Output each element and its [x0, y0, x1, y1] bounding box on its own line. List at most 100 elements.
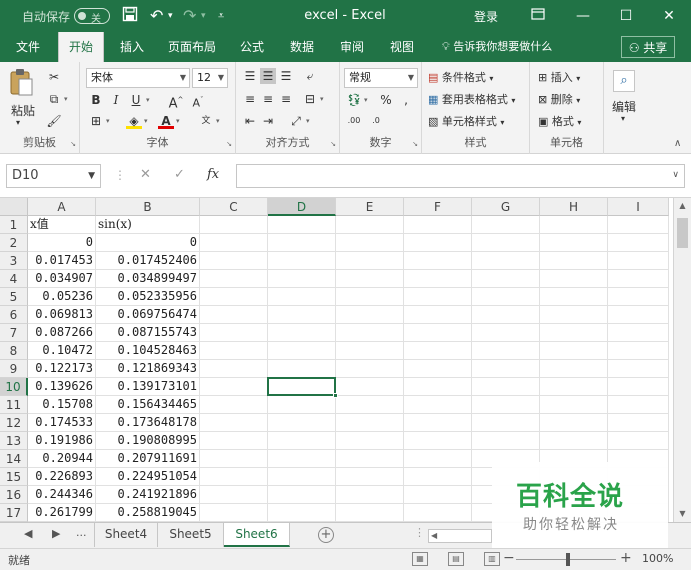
cell-f17[interactable] — [404, 504, 472, 522]
cell-h13[interactable] — [540, 432, 608, 450]
tab-formulas[interactable]: 公式 — [234, 32, 270, 62]
alignment-launcher-icon[interactable]: ↘ — [330, 140, 336, 148]
cell-c14[interactable] — [200, 450, 268, 468]
vertical-scrollbar[interactable]: ▲ ▼ — [673, 198, 691, 522]
cell-b3[interactable]: 0.017452406 — [96, 252, 200, 270]
cell-e3[interactable] — [336, 252, 404, 270]
cell-h9[interactable] — [540, 360, 608, 378]
row-header[interactable]: 7 — [0, 324, 28, 342]
name-box[interactable]: D10 ▼ — [6, 164, 101, 188]
more-sheets-left[interactable]: ... — [76, 526, 87, 539]
cell-i13[interactable] — [608, 432, 669, 450]
cell-a17[interactable]: 0.261799 — [28, 504, 96, 522]
redo-dropdown-icon[interactable]: ▾ — [201, 11, 206, 21]
cell-i2[interactable] — [608, 234, 669, 252]
customize-qat-icon[interactable]: ⩡ — [218, 9, 224, 23]
cell-a15[interactable]: 0.226893 — [28, 468, 96, 486]
cell-e9[interactable] — [336, 360, 404, 378]
percent-icon[interactable]: % — [378, 92, 394, 108]
cell-i12[interactable] — [608, 414, 669, 432]
row-header[interactable]: 13 — [0, 432, 28, 450]
column-header-h[interactable]: H — [540, 198, 608, 216]
borders-icon[interactable]: ⊞ — [88, 113, 104, 129]
editing-group[interactable]: ⌕ 编辑 ▾ — [604, 62, 646, 154]
cell-f13[interactable] — [404, 432, 472, 450]
fill-handle[interactable] — [333, 393, 338, 398]
orientation-dropdown-icon[interactable]: ▾ — [306, 117, 310, 125]
autosave-toggle[interactable]: 关 — [74, 8, 110, 25]
column-header-f[interactable]: F — [404, 198, 472, 216]
row-header[interactable]: 9 — [0, 360, 28, 378]
cell-g5[interactable] — [472, 288, 540, 306]
cell-c13[interactable] — [200, 432, 268, 450]
cell-b10[interactable]: 0.139173101 — [96, 378, 200, 396]
cell-i9[interactable] — [608, 360, 669, 378]
cell-e7[interactable] — [336, 324, 404, 342]
font-name-select[interactable]: 宋体 ▼ — [86, 68, 190, 88]
collapse-ribbon-icon[interactable]: ∧ — [674, 138, 681, 149]
cell-c15[interactable] — [200, 468, 268, 486]
align-middle-icon[interactable]: ☰ — [260, 68, 276, 84]
cell-i7[interactable] — [608, 324, 669, 342]
comma-style-icon[interactable]: , — [398, 92, 414, 108]
row-header[interactable]: 12 — [0, 414, 28, 432]
paste-button[interactable] — [8, 68, 34, 101]
cell-c7[interactable] — [200, 324, 268, 342]
cell-f11[interactable] — [404, 396, 472, 414]
align-top-icon[interactable]: ☰ — [242, 68, 258, 84]
cell-g1[interactable] — [472, 216, 540, 234]
row-header[interactable]: 6 — [0, 306, 28, 324]
cell-h7[interactable] — [540, 324, 608, 342]
cell-d6[interactable] — [268, 306, 336, 324]
cell-b16[interactable]: 0.241921896 — [96, 486, 200, 504]
row-header[interactable]: 5 — [0, 288, 28, 306]
align-right-icon[interactable]: ≡ — [278, 91, 294, 107]
cell-h8[interactable] — [540, 342, 608, 360]
fill-color-icon[interactable]: ◈ — [126, 113, 142, 129]
cell-h5[interactable] — [540, 288, 608, 306]
cell-b7[interactable]: 0.087155743 — [96, 324, 200, 342]
bold-icon[interactable]: B — [88, 92, 104, 108]
maximize-icon[interactable]: ☐ — [609, 4, 643, 28]
cell-b4[interactable]: 0.034899497 — [96, 270, 200, 288]
wrap-text-icon[interactable]: ⤶ — [302, 68, 318, 84]
cell-e14[interactable] — [336, 450, 404, 468]
zoom-in-icon[interactable]: + — [620, 550, 632, 566]
cell-f9[interactable] — [404, 360, 472, 378]
cell-g2[interactable] — [472, 234, 540, 252]
cell-c12[interactable] — [200, 414, 268, 432]
insert-function-icon[interactable]: fx — [207, 167, 219, 182]
cell-e1[interactable] — [336, 216, 404, 234]
cell-e4[interactable] — [336, 270, 404, 288]
decrease-indent-icon[interactable]: ⇤ — [242, 113, 258, 129]
tab-review[interactable]: 审阅 — [334, 32, 370, 62]
cell-g7[interactable] — [472, 324, 540, 342]
cell-e5[interactable] — [336, 288, 404, 306]
cell-f10[interactable] — [404, 378, 472, 396]
row-header[interactable]: 1 — [0, 216, 28, 234]
cell-a7[interactable]: 0.087266 — [28, 324, 96, 342]
share-button[interactable]: ⚇ 共享 — [621, 36, 675, 58]
save-icon[interactable] — [122, 6, 138, 26]
cell-b9[interactable]: 0.121869343 — [96, 360, 200, 378]
format-as-table-button[interactable]: ▦ 套用表格格式 ▾ — [428, 91, 515, 107]
copy-icon[interactable]: ⧉ — [46, 91, 62, 107]
increase-indent-icon[interactable]: ⇥ — [260, 113, 276, 129]
cell-c9[interactable] — [200, 360, 268, 378]
cell-c2[interactable] — [200, 234, 268, 252]
cell-a4[interactable]: 0.034907 — [28, 270, 96, 288]
sheet-tab-sheet5[interactable]: Sheet5 — [158, 523, 224, 547]
cell-f4[interactable] — [404, 270, 472, 288]
tab-insert[interactable]: 插入 — [114, 32, 150, 62]
tab-file[interactable]: 文件 — [10, 32, 46, 62]
cell-i5[interactable] — [608, 288, 669, 306]
insert-cells-button[interactable]: ⊞ 插入 ▾ — [538, 69, 580, 85]
italic-icon[interactable]: I — [108, 92, 124, 108]
row-header[interactable]: 3 — [0, 252, 28, 270]
tab-data[interactable]: 数据 — [284, 32, 320, 62]
cell-f5[interactable] — [404, 288, 472, 306]
cell-a5[interactable]: 0.05236 — [28, 288, 96, 306]
page-layout-view-icon[interactable]: ▤ — [448, 552, 464, 566]
cell-d8[interactable] — [268, 342, 336, 360]
row-header[interactable]: 2 — [0, 234, 28, 252]
